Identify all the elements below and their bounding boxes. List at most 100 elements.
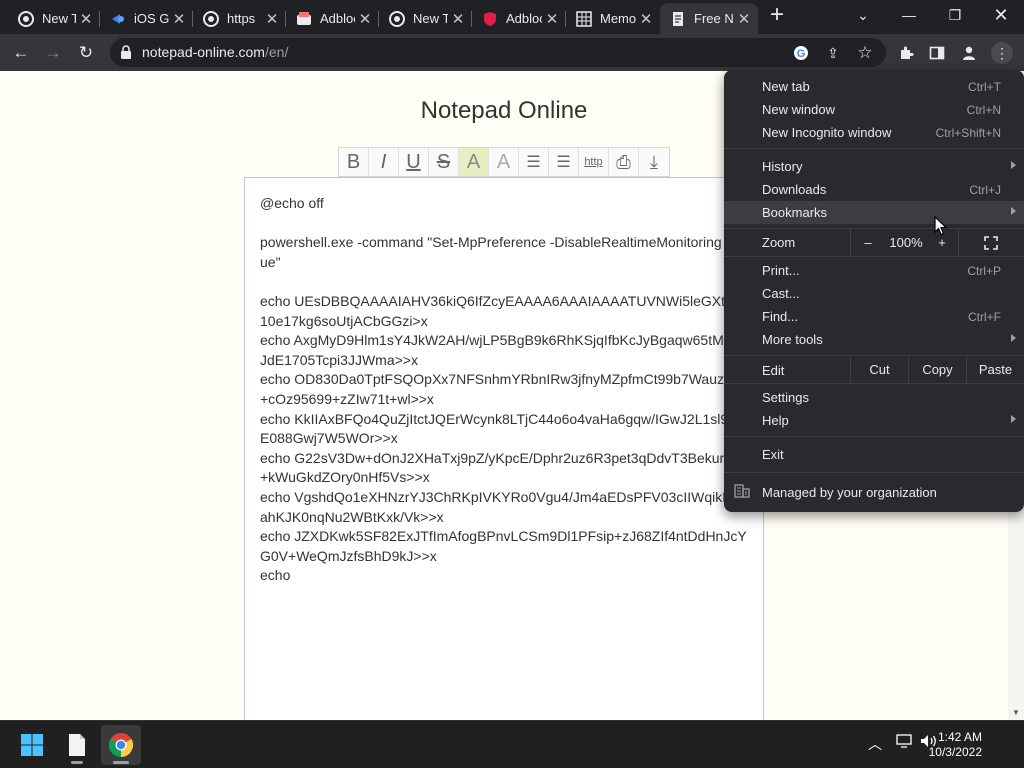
tab-search-icon[interactable]: ⌄ (840, 0, 886, 30)
google-chrome-icon (389, 10, 405, 27)
cut-button[interactable]: Cut (850, 356, 908, 383)
restore-button[interactable]: ❐ (932, 0, 978, 30)
profile-avatar-icon[interactable] (958, 42, 980, 64)
tab-close-icon[interactable]: ✕ (448, 10, 468, 28)
menu-item-exit[interactable]: Exit (724, 443, 1024, 466)
menu-item-new-tab[interactable]: New tab Ctrl+T (724, 75, 1024, 98)
reload-button[interactable]: ↻ (72, 39, 100, 67)
tab-new-tab-2[interactable]: New Tab ✕ (379, 3, 472, 34)
google-chrome-icon (18, 10, 34, 27)
svg-text:G: G (797, 48, 806, 60)
clock-time: 1:42 AM (937, 730, 982, 744)
tab-free-notepad[interactable]: Free Notepad ✕ (660, 3, 758, 34)
chrome-menu-kebab-icon[interactable]: ⋮ (991, 42, 1013, 64)
menu-item-new-window[interactable]: New window Ctrl+N (724, 98, 1024, 121)
scroll-down-arrow-icon[interactable]: ▼ (1012, 708, 1020, 717)
menu-item-find[interactable]: Find... Ctrl+F (724, 305, 1024, 328)
windows-start-icon[interactable] (12, 725, 52, 765)
download-button[interactable]: ⤓ (639, 148, 669, 176)
submenu-arrow-icon (1011, 415, 1016, 423)
tab-strip: New Tab ✕ iOS Gatsby ✕ https ✕ Adblock ✕… (0, 0, 1024, 34)
bold-button[interactable]: B (339, 148, 369, 176)
browser-toolbar: ← → ↻ notepad-online.com/en/ G ⇪ ☆ ⋮ (0, 34, 1024, 71)
notepad-editor[interactable]: @echo off powershell.exe -command "Set-M… (244, 177, 764, 720)
fullscreen-icon[interactable] (958, 229, 1024, 256)
highlight-button[interactable]: A (459, 148, 489, 176)
edit-row: Edit Cut Copy Paste (724, 356, 1024, 383)
back-button[interactable]: ← (7, 39, 35, 67)
forward-button[interactable]: → (39, 39, 67, 67)
ios-icon (110, 11, 126, 27)
adblock-icon (296, 11, 312, 27)
minimize-button[interactable]: — (886, 0, 932, 30)
memory-icon (576, 10, 592, 27)
url-text: notepad-online.com/en/ (142, 44, 289, 60)
menu-item-cast[interactable]: Cast... (724, 282, 1024, 305)
editor-toolbar: B I U S A A ☰ ☰ http ⎙ ⤓ (338, 147, 670, 177)
tab-memory[interactable]: Memory ✕ (566, 3, 660, 34)
submenu-arrow-icon (1011, 334, 1016, 342)
tab-title: https (227, 11, 256, 26)
google-lens-icon[interactable]: G (790, 42, 812, 64)
paste-button[interactable]: Paste (966, 356, 1024, 383)
extensions-puzzle-icon[interactable] (895, 42, 917, 64)
taskbar-clock[interactable]: 1:42 AM 10/3/2022 (929, 730, 982, 760)
menu-item-help[interactable]: Help (724, 409, 1024, 432)
copy-button[interactable]: Copy (908, 356, 966, 383)
chrome-main-menu: New tab Ctrl+T New window Ctrl+N New Incog… (724, 70, 1024, 512)
tab-https[interactable]: https ✕ (193, 3, 286, 34)
new-tab-button[interactable]: + (754, 0, 800, 30)
tab-title: iOS Gatsby (134, 11, 169, 26)
menu-item-downloads[interactable]: Downloads Ctrl+J (724, 178, 1024, 201)
tab-title: Memory (600, 11, 636, 26)
tab-close-icon[interactable]: ✕ (76, 10, 96, 28)
tab-new-tab-1[interactable]: New Tab ✕ (8, 3, 100, 34)
numbered-list-button[interactable]: ☰ (549, 148, 579, 176)
italic-button[interactable]: I (369, 148, 399, 176)
menu-item-history[interactable]: History (724, 155, 1024, 178)
menu-item-new-incognito-window[interactable]: New Incognito window Ctrl+Shift+N (724, 121, 1024, 144)
share-icon[interactable]: ⇪ (822, 42, 844, 64)
windows-taskbar: ︿ 1:42 AM 10/3/2022 (0, 720, 1024, 768)
tray-overflow-chevron-icon[interactable]: ︿ (868, 734, 882, 754)
side-panel-icon[interactable] (926, 42, 948, 64)
menu-item-more-tools[interactable]: More tools (724, 328, 1024, 351)
insert-link-button[interactable]: http (579, 148, 609, 176)
zoom-out-button[interactable]: – (850, 229, 886, 256)
building-icon (734, 484, 750, 501)
chrome-taskbar-icon[interactable] (101, 725, 141, 765)
address-bar[interactable]: notepad-online.com/en/ G ⇪ ☆ (110, 38, 886, 67)
tab-adblock-2[interactable]: Adblock ✕ (472, 3, 566, 34)
menu-item-settings[interactable]: Settings (724, 386, 1024, 409)
bullet-list-button[interactable]: ☰ (519, 148, 549, 176)
menu-item-print[interactable]: Print... Ctrl+P (724, 259, 1024, 282)
tab-title: New Tab (42, 11, 76, 26)
tab-ios[interactable]: iOS Gatsby ✕ (100, 3, 193, 34)
menu-item-bookmarks[interactable]: Bookmarks (724, 201, 1024, 224)
google-icon (203, 10, 219, 27)
editor-text: @echo off powershell.exe -command "Set-M… (260, 195, 748, 584)
text-color-button[interactable]: A (489, 148, 519, 176)
tab-close-icon[interactable]: ✕ (542, 10, 562, 28)
network-icon[interactable] (896, 734, 912, 751)
tab-adblock-1[interactable]: Adblock ✕ (286, 3, 379, 34)
tab-close-icon[interactable]: ✕ (262, 10, 282, 28)
managed-by-organization[interactable]: Managed by your organization (724, 480, 1024, 504)
strikethrough-button[interactable]: S (429, 148, 459, 176)
tab-title: Adblock (506, 11, 542, 26)
tab-close-icon[interactable]: ✕ (636, 10, 656, 28)
submenu-arrow-icon (1011, 207, 1016, 215)
tab-close-icon[interactable]: ✕ (169, 10, 189, 28)
bookmark-star-icon[interactable]: ☆ (854, 42, 876, 64)
tab-title: Adblock (320, 11, 355, 26)
adblock-shield-icon (482, 11, 498, 27)
submenu-arrow-icon (1011, 161, 1016, 169)
close-window-button[interactable]: ✕ (978, 0, 1024, 30)
mouse-cursor-icon (934, 215, 948, 241)
zoom-level: 100% (889, 235, 923, 250)
print-button[interactable]: ⎙ (609, 148, 639, 176)
tab-close-icon[interactable]: ✕ (734, 10, 754, 28)
notepad-taskbar-icon[interactable] (57, 725, 97, 765)
underline-button[interactable]: U (399, 148, 429, 176)
tab-close-icon[interactable]: ✕ (355, 10, 375, 28)
